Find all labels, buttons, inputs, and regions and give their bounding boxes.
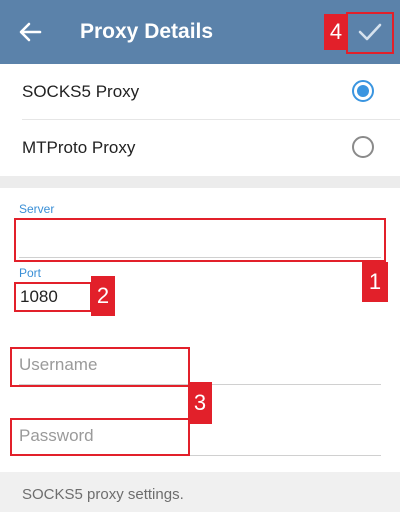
footer-info: SOCKS5 proxy settings. [0, 472, 400, 512]
annotation-badge-2: 2 [91, 276, 115, 316]
port-label: Port [19, 266, 42, 280]
back-button[interactable] [14, 18, 46, 46]
annotation-box-3b [10, 418, 190, 456]
annotation-box-3a [10, 347, 190, 387]
annotation-badge-1: 1 [362, 262, 388, 302]
annotation-box-2 [14, 282, 92, 312]
proxy-type-list: SOCKS5 Proxy MTProto Proxy [0, 64, 400, 176]
page-title: Proxy Details [80, 20, 214, 43]
annotation-badge-3: 3 [188, 382, 212, 424]
annotation-box-4 [346, 12, 394, 54]
annotation-badge-4: 4 [324, 14, 348, 50]
radio-option-socks5[interactable]: SOCKS5 Proxy [0, 64, 400, 120]
radio-option-label: MTProto Proxy [22, 138, 136, 157]
radio-checked-icon[interactable] [352, 80, 374, 102]
section-separator [0, 176, 400, 188]
annotation-box-1 [14, 218, 386, 262]
server-label: Server [19, 202, 55, 216]
radio-option-label: SOCKS5 Proxy [22, 82, 140, 101]
radio-option-mtproto[interactable]: MTProto Proxy [0, 120, 400, 176]
arrow-left-icon [19, 22, 42, 42]
footer-text: SOCKS5 proxy settings. [22, 486, 184, 503]
radio-unchecked-icon[interactable] [352, 136, 374, 158]
